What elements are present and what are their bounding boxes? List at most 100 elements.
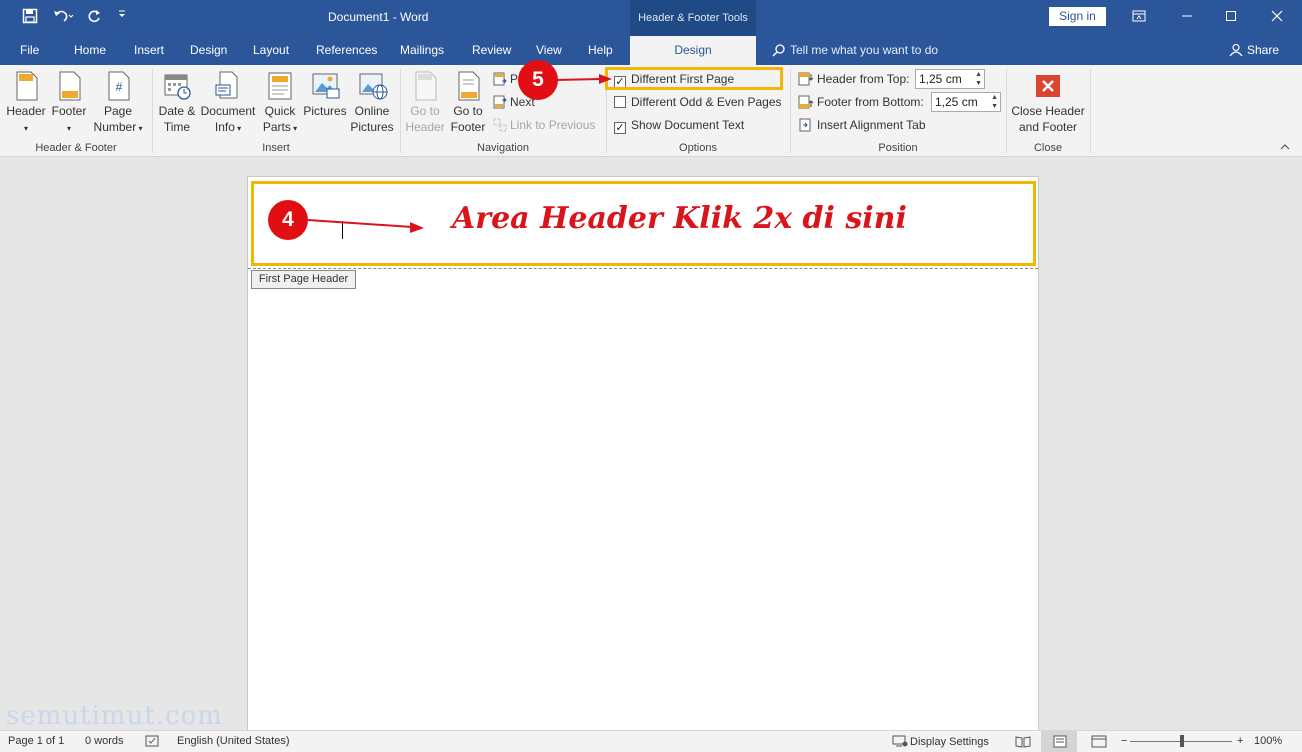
online-pictures-icon (358, 71, 388, 101)
group-separator (790, 69, 791, 153)
svg-text:#: # (116, 80, 123, 94)
document-info-label-2: Info (214, 120, 235, 134)
tab-layout[interactable]: Layout (253, 43, 289, 57)
tell-me-label: Tell me what you want to do (790, 43, 939, 57)
go-to-header-label-2: Header (405, 120, 445, 134)
header-icon (12, 71, 40, 101)
header-boundary-line (248, 268, 1038, 269)
page-number-label-1: Page (103, 104, 133, 118)
tell-me-search[interactable]: Tell me what you want to do (772, 43, 938, 57)
header-from-top-label-row: Header from Top: (798, 72, 910, 86)
header-annotation-text: Area Header Klik 2x di sini (452, 201, 907, 236)
group-label-header-footer: Header & Footer (35, 142, 117, 154)
tab-mailings[interactable]: Mailings (400, 43, 444, 57)
show-document-text-checkbox[interactable]: ✓ Show Document Text (614, 118, 744, 134)
previous-button[interactable]: P (493, 72, 518, 86)
page-number-button[interactable]: # Page Number ▾ (90, 71, 146, 137)
page-count[interactable]: Page 1 of 1 (8, 735, 64, 747)
save-icon[interactable] (22, 8, 38, 29)
footer-from-bottom-input[interactable]: 1,25 cm ▲ ▼ (931, 92, 1001, 112)
sign-in-button[interactable]: Sign in (1049, 7, 1106, 26)
collapse-ribbon-icon[interactable] (1280, 143, 1290, 154)
date-time-button[interactable]: Date & Time (156, 71, 198, 135)
different-first-page-highlight (605, 67, 783, 90)
header-label: Header (6, 104, 46, 118)
different-odd-even-label: Different Odd & Even Pages (631, 95, 782, 109)
insert-alignment-tab-button[interactable]: Insert Alignment Tab (798, 118, 926, 132)
online-pictures-label-1: Online (354, 104, 390, 118)
tab-file[interactable]: File (20, 43, 39, 57)
group-separator (1006, 69, 1007, 153)
footer-position-icon (798, 95, 814, 109)
go-to-footer-label-2: Footer (450, 120, 486, 134)
go-to-header-button[interactable]: Go to Header (404, 71, 446, 135)
tab-view[interactable]: View (536, 43, 562, 57)
footer-from-bottom-label-row: Footer from Bottom: (798, 95, 924, 109)
language-indicator[interactable]: English (United States) (177, 735, 290, 747)
group-label-options: Options (679, 142, 717, 154)
online-pictures-button[interactable]: Online Pictures (350, 71, 394, 135)
word-count[interactable]: 0 words (85, 735, 124, 747)
share-button[interactable]: Share (1229, 43, 1279, 57)
spinner-arrows-icon[interactable]: ▲ ▼ (975, 70, 982, 88)
tab-design[interactable]: Design (190, 43, 227, 57)
go-to-footer-icon (454, 71, 482, 101)
tab-insert[interactable]: Insert (134, 43, 164, 57)
group-separator (1090, 69, 1091, 153)
link-to-previous-button[interactable]: Link to Previous (493, 118, 595, 132)
zoom-out-icon[interactable]: − (1121, 735, 1127, 747)
go-to-header-icon (411, 71, 439, 101)
proofing-icon[interactable] (145, 735, 161, 751)
maximize-icon[interactable] (1216, 6, 1246, 28)
print-layout-icon[interactable] (1041, 731, 1077, 752)
minimize-icon[interactable] (1172, 6, 1202, 28)
undo-icon[interactable] (52, 8, 74, 29)
step-5-badge: 5 (518, 60, 558, 100)
document-info-button[interactable]: Document Info ▾ (199, 71, 257, 137)
header-position-icon (798, 72, 814, 86)
tab-review[interactable]: Review (472, 43, 511, 57)
go-to-footer-button[interactable]: Go to Footer (448, 71, 488, 135)
online-pictures-label-2: Pictures (350, 120, 394, 134)
display-settings-icon (892, 735, 908, 747)
group-label-insert: Insert (262, 142, 290, 154)
close-window-icon[interactable] (1262, 6, 1292, 28)
text-cursor (342, 221, 343, 239)
go-to-footer-label-1: Go to (453, 104, 483, 118)
tab-references[interactable]: References (316, 43, 377, 57)
tab-home[interactable]: Home (74, 43, 106, 57)
group-label-position: Position (878, 142, 918, 154)
show-document-text-label: Show Document Text (631, 118, 745, 132)
checkbox-box[interactable]: ✓ (614, 122, 626, 134)
pictures-button[interactable]: Pictures (302, 71, 348, 119)
display-settings-label: Display Settings (910, 736, 989, 748)
zoom-level[interactable]: 100% (1254, 735, 1282, 747)
header-button[interactable]: Header ▾ (6, 71, 46, 137)
watermark: semutimut.com (6, 701, 223, 731)
zoom-slider-thumb[interactable] (1180, 735, 1184, 747)
different-odd-even-checkbox[interactable]: Different Odd & Even Pages (614, 95, 782, 109)
quick-parts-button[interactable]: Quick Parts ▾ (260, 71, 300, 137)
header-from-top-input[interactable]: 1,25 cm ▲ ▼ (915, 69, 985, 89)
close-header-footer-button[interactable]: Close Header and Footer (1010, 71, 1086, 135)
document-info-icon (214, 71, 242, 101)
dropdown-arrow-icon: ▾ (66, 124, 71, 133)
web-layout-icon[interactable] (1091, 735, 1107, 751)
ribbon-display-options-icon[interactable] (1124, 6, 1154, 28)
customize-qat-icon[interactable] (118, 8, 126, 26)
close-header-footer-label-2: and Footer (1018, 120, 1078, 134)
header-from-top-label: Header from Top: (817, 72, 910, 86)
read-mode-icon[interactable] (1015, 735, 1031, 751)
checkbox-box[interactable] (614, 96, 626, 108)
zoom-in-icon[interactable]: + (1237, 735, 1243, 747)
spinner-arrows-icon[interactable]: ▲ ▼ (991, 93, 998, 111)
display-settings-button[interactable]: Display Settings (892, 735, 989, 748)
group-separator (400, 69, 401, 153)
redo-icon[interactable] (86, 8, 102, 29)
dropdown-arrow-icon: ▾ (290, 124, 298, 133)
tab-help[interactable]: Help (588, 43, 613, 57)
group-label-navigation: Navigation (477, 142, 529, 154)
tab-header-footer-design[interactable]: Design (630, 36, 756, 65)
document-info-label-1: Document (200, 104, 256, 118)
footer-button[interactable]: Footer ▾ (50, 71, 88, 137)
